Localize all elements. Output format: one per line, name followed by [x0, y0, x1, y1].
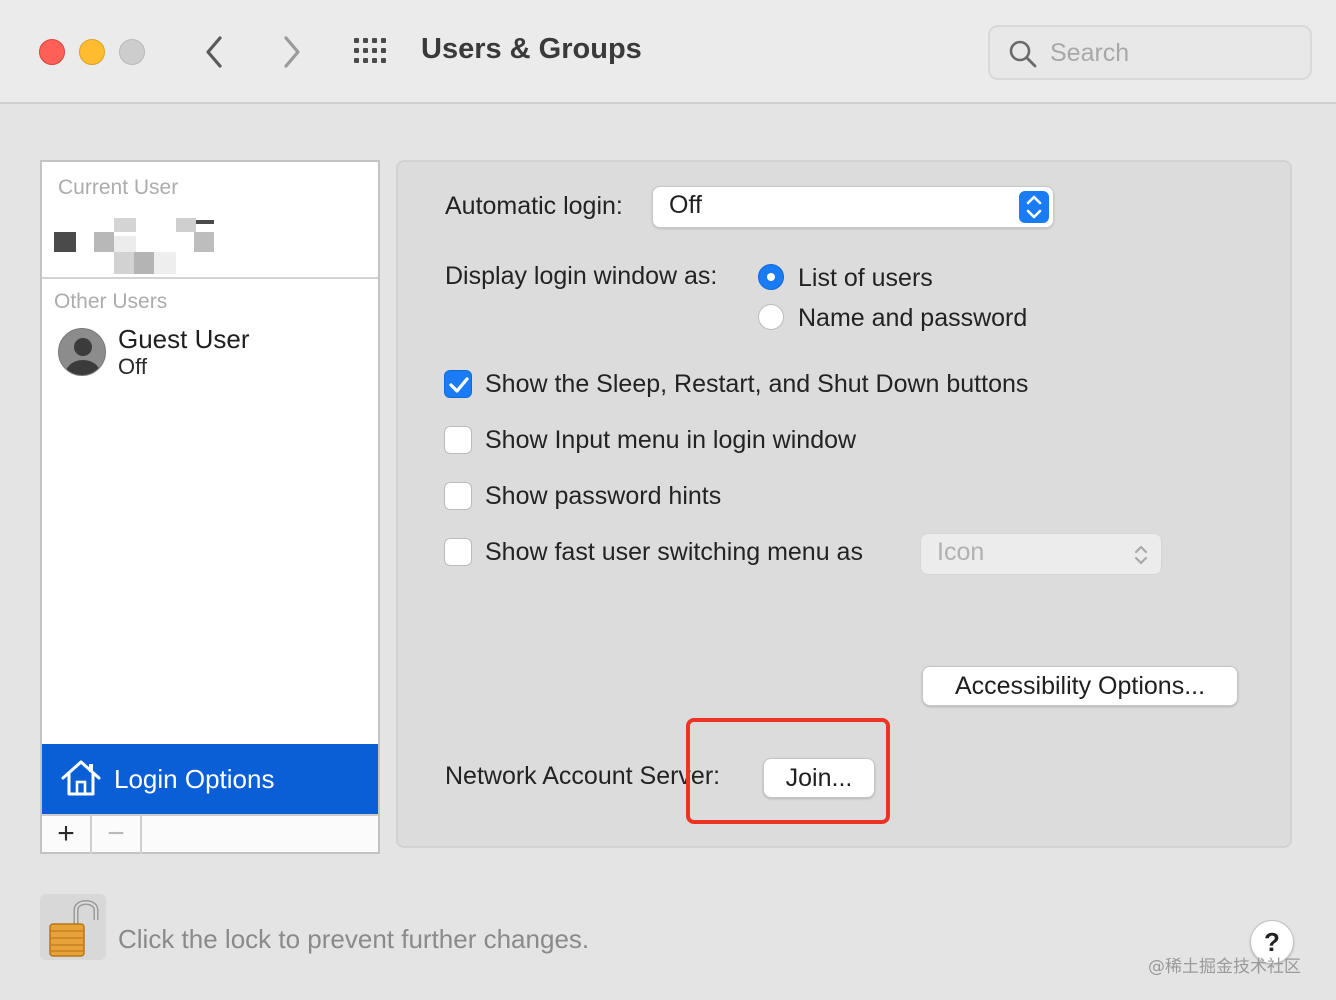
checkbox-show-sleep-restart[interactable] [444, 370, 472, 398]
lock-status-text: Click the lock to prevent further change… [118, 924, 590, 954]
sidebar-bottom-bar: + − [42, 814, 378, 854]
current-user-row-redacted[interactable] [52, 214, 222, 274]
remove-user-button[interactable]: − [92, 816, 142, 854]
window-title: Users & Groups [421, 33, 642, 65]
radio-list-of-users[interactable] [758, 264, 784, 290]
checkbox-fast-user-switching-label: Show fast user switching menu as [485, 538, 863, 566]
display-login-label: Display login window as: [445, 262, 718, 290]
unlocked-padlock-icon [49, 900, 99, 957]
radio-name-and-password-label: Name and password [798, 304, 1028, 332]
checkbox-show-input-menu[interactable] [444, 426, 472, 454]
zoom-window-button[interactable] [119, 39, 145, 65]
guest-avatar-icon [58, 328, 106, 376]
fast-switch-style-value: Icon [937, 538, 985, 566]
checkbox-show-password-hints-label: Show password hints [485, 482, 722, 510]
add-user-button[interactable]: + [42, 816, 92, 854]
users-sidebar: Current User Other Users Guest User Off [40, 160, 380, 854]
automatic-login-label: Automatic login: [445, 192, 623, 220]
fast-switch-style-popup[interactable]: Icon [920, 533, 1162, 575]
search-icon [1009, 40, 1037, 68]
preferences-window: Users & Groups Current User Other Users [0, 0, 1336, 1000]
minus-icon: − [107, 817, 125, 850]
sidebar-separator [42, 277, 378, 279]
guest-user-name: Guest User [118, 324, 250, 354]
toolbar: Users & Groups [0, 0, 1336, 104]
guest-user-status: Off [118, 354, 147, 379]
annotation-highlight-box [686, 718, 890, 824]
back-button[interactable] [196, 30, 236, 74]
plus-icon: + [57, 817, 75, 850]
network-account-server-label: Network Account Server: [445, 762, 721, 790]
popup-arrows-icon [1134, 545, 1148, 565]
accessibility-options-button[interactable]: Accessibility Options... [922, 666, 1238, 706]
forward-button[interactable] [272, 30, 312, 74]
login-options-label: Login Options [114, 764, 275, 794]
checkbox-show-sleep-restart-label: Show the Sleep, Restart, and Shut Down b… [485, 370, 1029, 398]
lock-button[interactable] [40, 894, 106, 960]
search-field[interactable] [988, 25, 1312, 80]
show-all-button[interactable] [352, 36, 392, 68]
close-window-button[interactable] [39, 39, 65, 65]
checkbox-show-password-hints[interactable] [444, 482, 472, 510]
login-options-item[interactable]: Login Options [42, 744, 378, 814]
radio-list-of-users-label: List of users [798, 264, 933, 292]
chevron-left-icon [206, 36, 222, 68]
minimize-window-button[interactable] [79, 39, 105, 65]
guest-user-row[interactable]: Guest User Off [42, 320, 378, 384]
checkmark-icon [449, 377, 469, 393]
search-input[interactable] [1050, 35, 1300, 71]
popup-arrows-icon [1019, 191, 1049, 223]
radio-name-and-password[interactable] [758, 304, 784, 330]
other-users-heading: Other Users [54, 290, 168, 313]
grid-icon [354, 38, 386, 63]
checkbox-show-input-menu-label: Show Input menu in login window [485, 426, 857, 454]
watermark-text: @稀土掘金技术社区 [1148, 957, 1301, 977]
current-user-heading: Current User [58, 176, 179, 199]
home-icon [61, 760, 101, 796]
automatic-login-popup[interactable]: Off [652, 186, 1054, 228]
chevron-right-icon [284, 36, 300, 68]
checkbox-fast-user-switching[interactable] [444, 538, 472, 566]
automatic-login-value: Off [669, 191, 702, 219]
